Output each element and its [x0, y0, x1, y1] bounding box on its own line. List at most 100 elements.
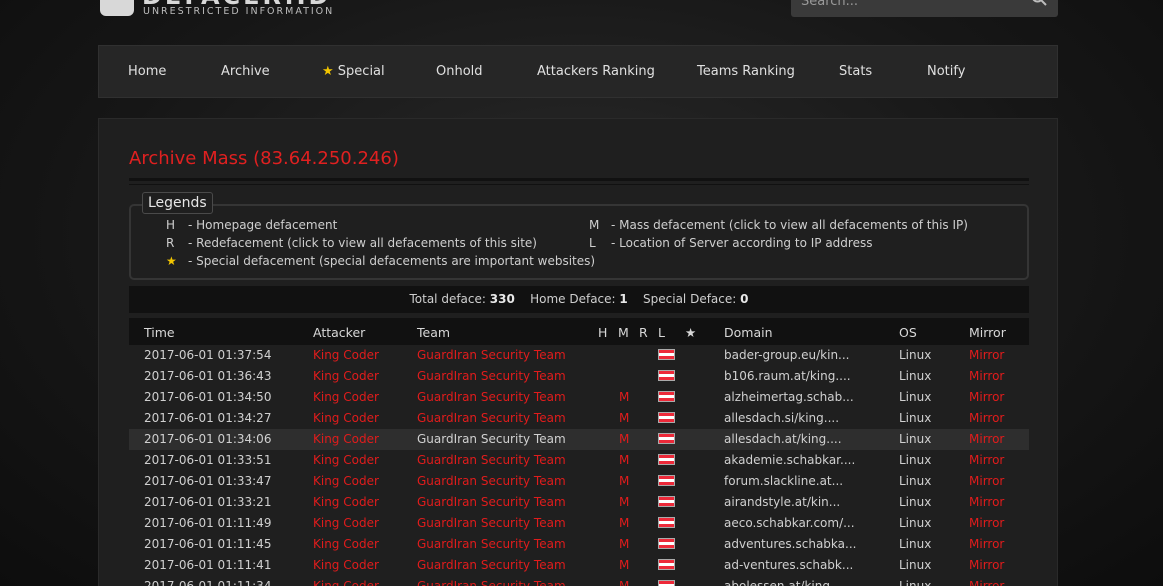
- row-team-link[interactable]: GuardIran Security Team: [417, 390, 566, 404]
- row-domain-link[interactable]: abolessen.at/king....: [724, 579, 845, 586]
- star-icon: ★: [685, 325, 697, 340]
- nav-stats[interactable]: Stats: [839, 64, 872, 79]
- row-team-link[interactable]: GuardIran Security Team: [417, 558, 566, 572]
- row-os: Linux: [899, 495, 932, 509]
- row-mirror-link[interactable]: Mirror: [969, 474, 1004, 488]
- row-mass-link[interactable]: M: [619, 453, 629, 467]
- table-body: 2017-06-01 01:37:54 King Coder GuardIran S…: [129, 345, 1029, 586]
- row-team-link[interactable]: GuardIran Security Team: [417, 411, 566, 425]
- row-mirror-link[interactable]: Mirror: [969, 516, 1004, 530]
- row-attacker-link[interactable]: King Coder: [313, 495, 379, 509]
- row-mirror-link[interactable]: Mirror: [969, 537, 1004, 551]
- row-attacker-link[interactable]: King Coder: [313, 516, 379, 530]
- search-input[interactable]: [791, 0, 1021, 17]
- table-row: 2017-06-01 01:36:43 King Coder GuardIran S…: [129, 366, 1029, 387]
- row-os: Linux: [899, 411, 932, 425]
- row-domain-link[interactable]: aeco.schabkar.com/...: [724, 516, 855, 530]
- row-attacker-link[interactable]: King Coder: [313, 369, 379, 383]
- row-mirror-link[interactable]: Mirror: [969, 390, 1004, 404]
- col-domain: Domain: [724, 325, 773, 340]
- row-mass-link[interactable]: M: [619, 537, 629, 551]
- row-os: Linux: [899, 516, 932, 530]
- row-team-link[interactable]: GuardIran Security Team: [417, 579, 566, 586]
- row-mass-link[interactable]: M: [619, 579, 629, 586]
- row-mass-link[interactable]: M: [619, 558, 629, 572]
- home-deface-label: Home Deface:: [530, 292, 616, 306]
- row-attacker-link[interactable]: King Coder: [313, 579, 379, 586]
- row-team-link[interactable]: GuardIran Security Team: [417, 516, 566, 530]
- row-domain-link[interactable]: akademie.schabkar....: [724, 453, 855, 467]
- row-attacker-link[interactable]: King Coder: [313, 537, 379, 551]
- totals-bar: Total deface: 330 Home Deface: 1 Special…: [129, 286, 1029, 313]
- nav-home[interactable]: Home: [128, 64, 166, 79]
- row-mass-link[interactable]: M: [619, 516, 629, 530]
- nav-onhold[interactable]: Onhold: [436, 64, 483, 79]
- austria-flag-icon: [658, 559, 675, 570]
- austria-flag-icon: [658, 580, 675, 586]
- col-m: M: [618, 325, 629, 340]
- row-time: 2017-06-01 01:36:43: [144, 369, 272, 383]
- row-team-link[interactable]: GuardIran Security Team: [417, 495, 566, 509]
- main-panel: Archive Mass (83.64.250.246) Legends H - …: [98, 118, 1058, 586]
- row-os: Linux: [899, 558, 932, 572]
- legend-location: L - Location of Server according to IP ad…: [589, 236, 872, 250]
- row-mirror-link[interactable]: Mirror: [969, 579, 1004, 586]
- row-domain-link[interactable]: ad-ventures.schabk...: [724, 558, 853, 572]
- row-mirror-link[interactable]: Mirror: [969, 432, 1004, 446]
- col-os: OS: [899, 325, 917, 340]
- row-attacker-link[interactable]: King Coder: [313, 432, 379, 446]
- row-domain-link[interactable]: forum.slackline.at...: [724, 474, 843, 488]
- austria-flag-icon: [658, 391, 675, 402]
- table-row: 2017-06-01 01:11:34 King Coder GuardIran S…: [129, 576, 1029, 586]
- row-attacker-link[interactable]: King Coder: [313, 411, 379, 425]
- nav-special[interactable]: ★ Special: [322, 64, 385, 79]
- austria-flag-icon: [658, 454, 675, 465]
- search-icon[interactable]: [1031, 0, 1047, 6]
- nav-teams-ranking[interactable]: Teams Ranking: [697, 64, 795, 79]
- row-attacker-link[interactable]: King Coder: [313, 474, 379, 488]
- row-mirror-link[interactable]: Mirror: [969, 369, 1004, 383]
- row-domain-link[interactable]: allesdach.at/king....: [724, 432, 842, 446]
- row-attacker-link[interactable]: King Coder: [313, 390, 379, 404]
- nav-archive[interactable]: Archive: [221, 64, 270, 79]
- row-mass-link[interactable]: M: [619, 432, 629, 446]
- row-domain-link[interactable]: bader-group.eu/kin...: [724, 348, 850, 362]
- legend-text: - Homepage defacement: [188, 218, 338, 232]
- table-row: 2017-06-01 01:34:50 King Coder GuardIran S…: [129, 387, 1029, 408]
- row-team-link[interactable]: GuardIran Security Team: [417, 348, 566, 362]
- row-attacker-link[interactable]: King Coder: [313, 348, 379, 362]
- row-team-link[interactable]: GuardIran Security Team: [417, 474, 566, 488]
- row-mass-link[interactable]: M: [619, 495, 629, 509]
- site-logo[interactable]: DEFACER.ID UNRESTRICTED INFORMATION: [100, 0, 340, 18]
- home-deface-value: 1: [619, 292, 628, 306]
- row-team-link[interactable]: GuardIran Security Team: [417, 537, 566, 551]
- row-domain-link[interactable]: b106.raum.at/king....: [724, 369, 851, 383]
- row-mirror-link[interactable]: Mirror: [969, 411, 1004, 425]
- row-mirror-link[interactable]: Mirror: [969, 453, 1004, 467]
- nav-notify[interactable]: Notify: [927, 64, 965, 79]
- row-mass-link[interactable]: M: [619, 390, 629, 404]
- row-domain-link[interactable]: adventures.schabka...: [724, 537, 856, 551]
- table-row: 2017-06-01 01:11:45 King Coder GuardIran S…: [129, 534, 1029, 555]
- row-time: 2017-06-01 01:33:51: [144, 453, 272, 467]
- nav-attackers-ranking[interactable]: Attackers Ranking: [537, 64, 655, 79]
- row-domain-link[interactable]: allesdach.si/king....: [724, 411, 839, 425]
- table-row: 2017-06-01 01:11:49 King Coder GuardIran S…: [129, 513, 1029, 534]
- col-h: H: [598, 325, 608, 340]
- row-mirror-link[interactable]: Mirror: [969, 495, 1004, 509]
- legend-text: - Special defacement (special defacement…: [188, 254, 596, 268]
- row-domain-link[interactable]: alzheimertag.schab...: [724, 390, 854, 404]
- row-team-link[interactable]: GuardIran Security Team: [417, 453, 566, 467]
- divider: [129, 184, 1029, 185]
- row-attacker-link[interactable]: King Coder: [313, 558, 379, 572]
- legend-text: - Redefacement (click to view all deface…: [188, 236, 537, 250]
- row-mirror-link[interactable]: Mirror: [969, 558, 1004, 572]
- row-mirror-link[interactable]: Mirror: [969, 348, 1004, 362]
- row-mass-link[interactable]: M: [619, 474, 629, 488]
- row-team-link[interactable]: GuardIran Security Team: [417, 369, 566, 383]
- row-time: 2017-06-01 01:11:45: [144, 537, 272, 551]
- row-domain-link[interactable]: airandstyle.at/kin...: [724, 495, 840, 509]
- row-team-link[interactable]: GuardIran Security Team: [417, 432, 566, 446]
- row-attacker-link[interactable]: King Coder: [313, 453, 379, 467]
- row-mass-link[interactable]: M: [619, 411, 629, 425]
